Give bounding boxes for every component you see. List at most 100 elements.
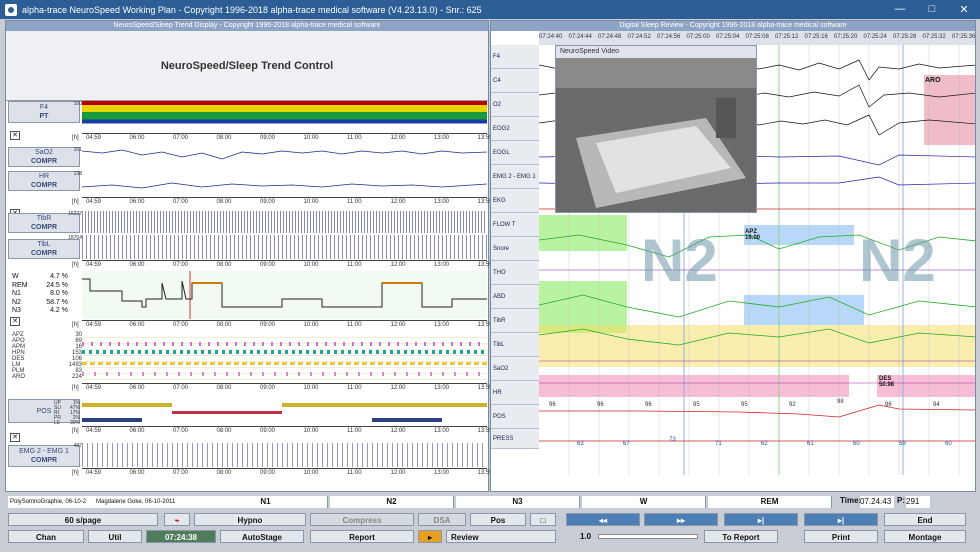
review-channel-label[interactable]: SaO2 bbox=[491, 357, 539, 381]
review-time-tick: 07:25:00 bbox=[686, 34, 710, 40]
compress-button[interactable]: Compress bbox=[310, 513, 414, 526]
report-button[interactable]: Report bbox=[310, 530, 414, 543]
stage-button-n2[interactable]: N2 bbox=[330, 496, 454, 508]
tibr-ymax: 16237 bbox=[68, 211, 82, 217]
time-tick: 10:00 bbox=[303, 428, 319, 434]
stage-name: REM bbox=[12, 281, 28, 289]
step-forward-button[interactable]: ▸| bbox=[804, 513, 878, 526]
time-tick: 11:00 bbox=[347, 322, 362, 328]
review-time-tick: 07:25:28 bbox=[893, 34, 917, 40]
window-title: alpha-trace NeuroSpeed Working Plan - Co… bbox=[22, 4, 482, 15]
montage-button[interactable]: Montage bbox=[884, 530, 966, 543]
time-tick: 12:00 bbox=[390, 428, 406, 434]
to-report-button[interactable]: To Report bbox=[704, 530, 778, 543]
pos-button[interactable]: Pos bbox=[470, 513, 526, 526]
time-tick: 10:00 bbox=[303, 470, 319, 476]
time-tick: 07:00 bbox=[173, 199, 189, 205]
dsa-button[interactable]: DSA bbox=[418, 513, 466, 526]
video-frame bbox=[556, 58, 756, 212]
minimize-icon[interactable]: — bbox=[884, 3, 916, 16]
review-channel-label[interactable]: Snore bbox=[491, 237, 539, 261]
time-tick: 09:00 bbox=[260, 385, 276, 391]
f4-close-button[interactable]: ✕ bbox=[10, 131, 20, 140]
review-channel-label[interactable]: EMG 2 - EMG 1 bbox=[491, 165, 539, 189]
time-tick: 08:00 bbox=[216, 322, 232, 328]
review-channel-label[interactable]: C4 bbox=[491, 69, 539, 93]
time-tick: 12:00 bbox=[390, 135, 406, 141]
review-channel-label[interactable]: PRESS bbox=[491, 429, 539, 449]
stage-button-n3[interactable]: N3 bbox=[456, 496, 580, 508]
review-channel-label[interactable]: TibR bbox=[491, 309, 539, 333]
f4-ymax: 100 bbox=[73, 101, 82, 107]
review-channel-label[interactable]: EOGL bbox=[491, 141, 539, 165]
review-channel-label[interactable]: THO bbox=[491, 261, 539, 285]
chan-button[interactable]: Chan bbox=[8, 530, 84, 543]
time-tick: 12:00 bbox=[390, 385, 406, 391]
stage-button-w[interactable]: W bbox=[582, 496, 706, 508]
review-channel-label[interactable]: EKG bbox=[491, 189, 539, 213]
end-button[interactable]: End bbox=[884, 513, 966, 526]
stage-button-n1[interactable]: N1 bbox=[204, 496, 328, 508]
time-unit: [h] bbox=[72, 428, 79, 434]
trend-panel-header: NeuroSpeed/Sleep Trend Display - Copyrig… bbox=[6, 21, 488, 31]
time-tick: 04:59 bbox=[86, 385, 102, 391]
review-channel-label[interactable]: TibL bbox=[491, 333, 539, 357]
time-tick: 04:59 bbox=[86, 428, 102, 434]
review-select[interactable]: Review bbox=[446, 530, 556, 543]
tibl-trend bbox=[82, 235, 487, 259]
review-channel-label[interactable]: POS bbox=[491, 405, 539, 429]
time-tick: 09:00 bbox=[260, 428, 276, 434]
review-time-tick: 07:24:44 bbox=[568, 34, 592, 40]
patient-field: Magdalene Goke, 06-10-2011 bbox=[94, 496, 204, 508]
video-title: NeuroSpeed Video bbox=[560, 48, 620, 55]
review-channel-label[interactable]: EOG2 bbox=[491, 117, 539, 141]
tibr-trend bbox=[82, 211, 487, 233]
maximize-icon[interactable]: □ bbox=[916, 3, 948, 16]
hypno-icon[interactable]: ⌁ bbox=[164, 513, 190, 526]
channel-label-tibl[interactable]: TibL COMPR bbox=[8, 239, 80, 259]
time-tick: 13:00 bbox=[434, 262, 450, 268]
stage-row: W 4.7 % bbox=[12, 273, 68, 282]
time-field[interactable]: 07.24.43 bbox=[860, 496, 894, 508]
print-button[interactable]: Print bbox=[804, 530, 878, 543]
time-axis: [h] 04:59 06:00 07:00 08:00 09:00 10:00 11:00 12… bbox=[72, 133, 493, 142]
time-tick: 11:00 bbox=[347, 428, 362, 434]
event-row: ARO 224 bbox=[12, 374, 82, 380]
review-channel-label[interactable]: HR bbox=[491, 381, 539, 405]
stage-percentages: W 4.7 % REM 24.5 % N1 8.0 % N2 58.7 % N3 4.2 % bbox=[12, 273, 68, 316]
video-window[interactable]: NeuroSpeed Video bbox=[555, 45, 757, 213]
hypno-button[interactable]: Hypno bbox=[194, 513, 306, 526]
review-time-tick: 07:25:24 bbox=[863, 34, 887, 40]
sleep-review-panel: Digital Sleep Review - Copyright 1996-20… bbox=[490, 20, 976, 492]
page-field[interactable]: 291 bbox=[906, 496, 930, 508]
autostage-button[interactable]: AutoStage bbox=[220, 530, 304, 543]
time-tick: 06:00 bbox=[129, 470, 145, 476]
hypnogram-close-button[interactable]: ✕ bbox=[10, 317, 20, 326]
time-unit: [h] bbox=[72, 385, 79, 391]
position-row: LE 30% bbox=[54, 421, 80, 426]
review-channel-label[interactable]: FLOW T bbox=[491, 213, 539, 237]
app-icon bbox=[5, 3, 17, 16]
review-channel-label[interactable]: O2 bbox=[491, 93, 539, 117]
review-channel-label[interactable]: ABD bbox=[491, 285, 539, 309]
time-tick: 07:00 bbox=[173, 135, 189, 141]
rewind-button[interactable]: ◂◂ bbox=[566, 513, 640, 526]
trend-control-title: NeuroSpeed/Sleep Trend Control bbox=[6, 31, 488, 101]
sao2-value: 96 bbox=[549, 402, 556, 408]
close-icon[interactable]: ✕ bbox=[948, 3, 980, 16]
forward-button[interactable]: ▸▸ bbox=[644, 513, 718, 526]
zoom-slider[interactable] bbox=[598, 534, 698, 539]
pos-close-button[interactable]: ✕ bbox=[10, 433, 20, 442]
comment-icon[interactable]: □ bbox=[530, 513, 556, 526]
step-back-button[interactable]: ▸| bbox=[724, 513, 798, 526]
play-icon[interactable]: ▸ bbox=[418, 530, 442, 543]
time-tick: 07:00 bbox=[173, 385, 189, 391]
time-axis: [h] 04:59 06:00 07:00 08:00 09:00 10:00 11:00 12… bbox=[72, 197, 493, 206]
time-tick: 08:00 bbox=[216, 385, 232, 391]
speed-select[interactable]: 60 s/page bbox=[8, 513, 158, 526]
stage-button-rem[interactable]: REM bbox=[708, 496, 832, 508]
review-channel-label[interactable]: F4 bbox=[491, 45, 539, 69]
review-time-axis: 07:24:40 07:24:44 07:24:48 07:24:52 07:24:56… bbox=[539, 31, 975, 45]
hr-value: 67 bbox=[623, 441, 630, 447]
util-button[interactable]: Util bbox=[88, 530, 142, 543]
